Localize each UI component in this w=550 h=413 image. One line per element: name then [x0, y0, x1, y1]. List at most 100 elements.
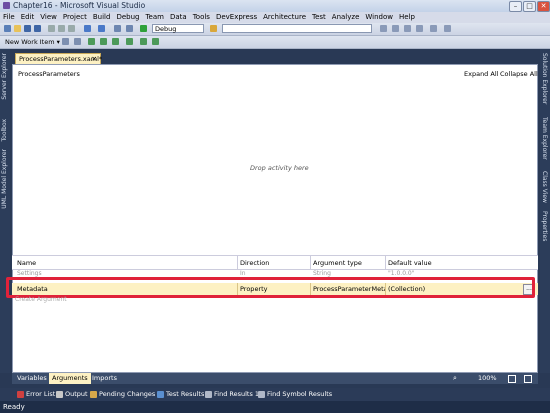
- object-browser-icon[interactable]: [404, 25, 411, 32]
- menu-window[interactable]: Window: [362, 12, 396, 23]
- zoom-level[interactable]: 100%: [478, 373, 497, 384]
- workflow-designer: [12, 64, 538, 373]
- workflow-icon[interactable]: [140, 38, 147, 45]
- menu-build[interactable]: Build: [90, 12, 114, 23]
- menu-data[interactable]: Data: [167, 12, 190, 23]
- copy-icon[interactable]: [58, 25, 65, 32]
- solution-explorer-icon[interactable]: [380, 25, 387, 32]
- open-file-icon[interactable]: [14, 25, 21, 32]
- solution-explorer-tab[interactable]: Solution Explorer: [541, 53, 548, 104]
- start-page-icon[interactable]: [430, 25, 437, 32]
- tab-imports[interactable]: Imports: [89, 373, 120, 384]
- overview-icon[interactable]: [524, 375, 532, 383]
- new-project-icon[interactable]: [4, 25, 11, 32]
- cell-direction: In: [240, 270, 246, 277]
- extension-manager-icon[interactable]: [444, 25, 451, 32]
- tab-find-symbol-results[interactable]: Find Symbol Results: [257, 389, 332, 400]
- left-tool-rail: Server Explorer Toolbox UML Model Explor…: [0, 49, 10, 373]
- cell-name: Settings: [17, 270, 42, 277]
- toolbox-icon[interactable]: [416, 25, 423, 32]
- column-argument-type[interactable]: Argument type: [313, 259, 362, 267]
- menu-devexpress[interactable]: DevExpress: [213, 12, 260, 23]
- properties-tab[interactable]: Properties: [541, 211, 548, 241]
- tab-arguments[interactable]: Arguments: [49, 373, 91, 384]
- navigate-forward-icon[interactable]: [126, 25, 133, 32]
- zoom-icon[interactable]: ⌕: [453, 374, 457, 383]
- menu-file[interactable]: File: [0, 12, 18, 23]
- find-symbol-icon: [258, 391, 265, 398]
- column-default-value[interactable]: Default value: [388, 259, 432, 267]
- redo-icon[interactable]: [98, 25, 105, 32]
- tab-test-results[interactable]: Test Results: [156, 389, 204, 400]
- minimize-button[interactable]: –: [509, 1, 522, 12]
- create-argument-link[interactable]: Create Argument: [15, 296, 67, 303]
- start-debug-icon[interactable]: [140, 25, 147, 32]
- menu-help[interactable]: Help: [396, 12, 418, 23]
- breadcrumb[interactable]: ProcessParameters: [18, 70, 80, 78]
- team-toolbar: New Work Item ▾: [0, 36, 550, 49]
- find-combo[interactable]: [222, 24, 372, 33]
- column-name[interactable]: Name: [17, 259, 36, 267]
- menu-edit[interactable]: Edit: [18, 12, 38, 23]
- paste-icon[interactable]: [68, 25, 75, 32]
- standard-toolbar: Debug: [0, 23, 550, 36]
- save-all-icon[interactable]: [34, 25, 41, 32]
- close-button[interactable]: ✕: [537, 1, 550, 12]
- new-work-item-button[interactable]: New Work Item ▾: [5, 38, 60, 46]
- find-results-icon: [205, 391, 212, 398]
- expand-all-link[interactable]: Expand All: [464, 70, 498, 78]
- right-tool-rail: Solution Explorer Team Explorer Class Vi…: [540, 49, 550, 373]
- team-explorer-tab[interactable]: Team Explorer: [541, 117, 548, 160]
- menu-tools[interactable]: Tools: [190, 12, 213, 23]
- toolbox-tab[interactable]: Toolbox: [1, 119, 8, 142]
- step-out-icon[interactable]: [112, 38, 119, 45]
- uml-model-explorer-tab[interactable]: UML Model Explorer: [1, 149, 8, 209]
- fit-to-screen-icon[interactable]: [508, 375, 516, 383]
- designer-bottom-bar: Variables Arguments Imports ⌕ 100%: [12, 373, 538, 384]
- menu-project[interactable]: Project: [60, 12, 90, 23]
- step-over-icon[interactable]: [100, 38, 107, 45]
- cut-icon[interactable]: [48, 25, 55, 32]
- document-tab[interactable]: ProcessParameters.xaml* ✕: [15, 53, 102, 64]
- tab-find-results-1[interactable]: Find Results 1: [204, 389, 259, 400]
- undo-icon[interactable]: [84, 25, 91, 32]
- menu-team[interactable]: Team: [142, 12, 167, 23]
- error-list-icon: [17, 391, 24, 398]
- pending-changes-icon[interactable]: [74, 38, 81, 45]
- output-icon: [56, 391, 63, 398]
- tab-output[interactable]: Output: [55, 389, 88, 400]
- breakpoint-icon[interactable]: [126, 38, 133, 45]
- tab-label: Pending Changes: [99, 390, 156, 398]
- tab-error-list[interactable]: Error List: [16, 389, 55, 400]
- tab-label: Find Symbol Results: [267, 390, 333, 398]
- menu-architecture[interactable]: Architecture: [260, 12, 309, 23]
- tool-window-tabs: Error List Output Pending Changes Test R…: [0, 388, 550, 401]
- menu-analyze[interactable]: Analyze: [329, 12, 363, 23]
- menu-view[interactable]: View: [37, 12, 60, 23]
- navigate-back-icon[interactable]: [114, 25, 121, 32]
- tab-variables[interactable]: Variables: [14, 373, 50, 384]
- column-direction[interactable]: Direction: [240, 259, 269, 267]
- find-in-files-icon[interactable]: [210, 25, 217, 32]
- solution-config-select[interactable]: Debug: [152, 24, 204, 33]
- highlight-box: [6, 277, 535, 298]
- tab-label: Output: [65, 390, 88, 398]
- go-to-work-item-icon[interactable]: [62, 38, 69, 45]
- menu-debug[interactable]: Debug: [113, 12, 142, 23]
- class-view-tab[interactable]: Class View: [541, 171, 548, 203]
- maximize-button[interactable]: □: [523, 1, 536, 12]
- title-bar: Chapter16 - Microsoft Visual Studio – □ …: [0, 0, 550, 12]
- menu-test[interactable]: Test: [309, 12, 329, 23]
- properties-icon[interactable]: [392, 25, 399, 32]
- server-explorer-tab[interactable]: Server Explorer: [1, 53, 8, 100]
- step-into-icon[interactable]: [88, 38, 95, 45]
- collapse-all-link[interactable]: Collapse All: [500, 70, 538, 78]
- workflow-arrow-icon[interactable]: [152, 38, 159, 45]
- drop-activity-hint: Drop activity here: [250, 164, 309, 172]
- cell-default-value: "1.0.0.0": [388, 270, 415, 277]
- tab-label: Error List: [26, 390, 56, 398]
- tab-pending-changes[interactable]: Pending Changes: [89, 389, 155, 400]
- window-title: Chapter16 - Microsoft Visual Studio: [13, 1, 146, 10]
- test-results-icon: [157, 391, 164, 398]
- save-icon[interactable]: [24, 25, 31, 32]
